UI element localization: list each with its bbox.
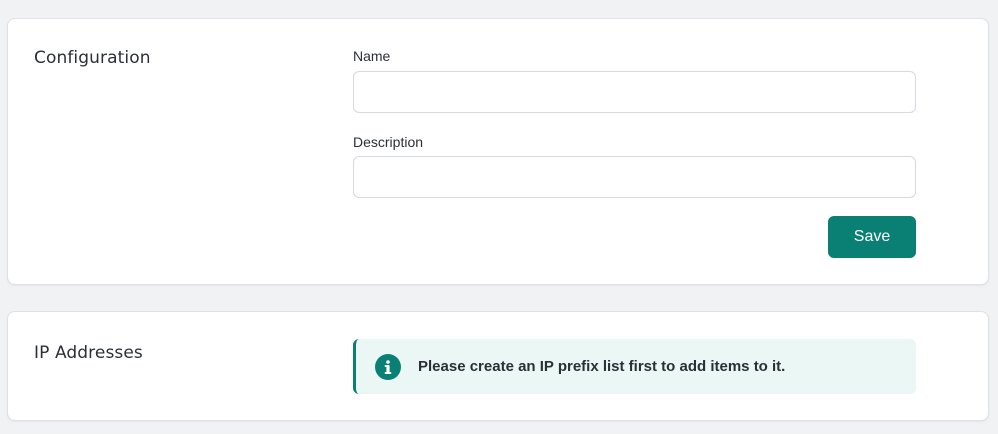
save-button[interactable]: Save — [828, 216, 916, 258]
info-message: Please create an IP prefix list first to… — [418, 358, 786, 375]
configuration-card: Configuration Name Description Save — [7, 18, 989, 285]
name-label: Name — [353, 48, 391, 64]
ip-addresses-title: IP Addresses — [34, 343, 143, 363]
name-input[interactable] — [353, 71, 916, 113]
info-icon — [375, 353, 401, 380]
description-label: Description — [353, 134, 424, 150]
description-input[interactable] — [353, 156, 916, 198]
configuration-title: Configuration — [34, 48, 151, 68]
info-alert: Please create an IP prefix list first to… — [353, 339, 916, 394]
ip-addresses-card: IP Addresses Please create an IP prefix … — [7, 311, 989, 421]
